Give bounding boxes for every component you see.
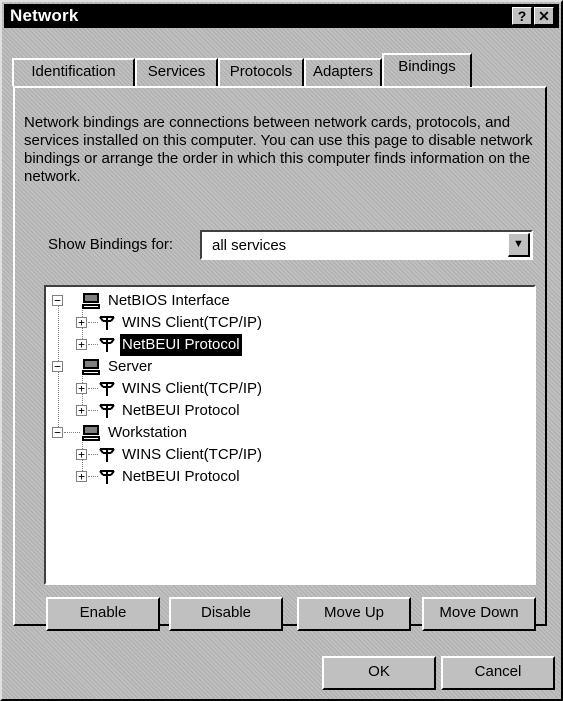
tab-label: Bindings [398, 58, 456, 75]
enable-button-label: Enable [79, 604, 127, 621]
network-dialog: Network ? ✕ Identification Services Prot… [0, 0, 563, 701]
help-icon: ? [517, 8, 527, 24]
expand-icon[interactable]: + [76, 339, 87, 350]
show-bindings-label-text: Show Bindings for: [48, 236, 174, 253]
tree-item-label: NetBEUI Protocol [122, 402, 240, 419]
protocol-icon [99, 448, 115, 462]
show-bindings-label: Show Bindings for: [48, 236, 173, 253]
tree-connector-line [88, 388, 98, 389]
move-down-button[interactable]: Move Down [422, 597, 536, 631]
window-title: Network [10, 6, 79, 25]
tree-item-label: NetBEUI Protocol [120, 334, 242, 356]
expand-icon[interactable]: + [76, 449, 87, 460]
close-icon: ✕ [538, 8, 550, 24]
tab-protocols[interactable]: Protocols [218, 58, 304, 86]
move-down-button-label: Move Down [439, 604, 519, 621]
disable-button[interactable]: Disable [169, 597, 283, 631]
dropdown-button[interactable]: ▼ [508, 233, 530, 257]
tree-item-wins-client[interactable]: + WINS Client(TCP/IP) [76, 444, 376, 466]
protocol-icon [99, 470, 115, 484]
expand-icon[interactable]: + [76, 471, 87, 482]
expand-icon[interactable]: + [76, 405, 87, 416]
tree-item-server[interactable]: − Server [52, 356, 352, 378]
disable-button-label: Disable [200, 604, 252, 621]
tab-bindings[interactable]: Bindings [382, 53, 472, 87]
tree-item-netbios-interface[interactable]: − NetBIOS Interface [52, 290, 352, 312]
tree-connector-line [88, 344, 98, 345]
tree-connector-line [88, 454, 98, 455]
tree-item-wins-client[interactable]: + WINS Client(TCP/IP) [76, 312, 376, 334]
tree-item-wins-client[interactable]: + WINS Client(TCP/IP) [76, 378, 376, 400]
tree-item-label: Server [108, 358, 153, 375]
move-up-button[interactable]: Move Up [297, 597, 411, 631]
tree-item-label: WINS Client(TCP/IP) [122, 446, 263, 463]
title-bar: Network ? ✕ [4, 4, 559, 28]
show-bindings-select[interactable]: all services ▼ [200, 230, 533, 260]
tree-item-netbeui-protocol[interactable]: + NetBEUI Protocol [76, 334, 376, 356]
collapse-icon[interactable]: − [52, 427, 63, 438]
tree-connector-line [88, 322, 98, 323]
show-bindings-value: all services [212, 237, 287, 254]
protocol-icon [99, 382, 115, 396]
ok-button[interactable]: OK [322, 656, 436, 690]
computer-icon [82, 425, 100, 441]
cancel-button-label: Cancel [474, 663, 522, 680]
help-button[interactable]: ? [512, 7, 532, 25]
ok-button-label: OK [368, 663, 390, 680]
tree-connector-line [64, 432, 80, 433]
computer-icon [82, 359, 100, 375]
bindings-tree[interactable]: − NetBIOS Interface + WINS Client(TCP/IP… [44, 285, 536, 585]
tree-item-label: WINS Client(TCP/IP) [122, 314, 263, 331]
tab-services[interactable]: Services [135, 58, 218, 86]
tree-item-label: NetBIOS Interface [108, 292, 230, 309]
collapse-icon[interactable]: − [52, 295, 63, 306]
protocol-icon [99, 404, 115, 418]
tab-label: Identification [31, 63, 116, 80]
tree-item-netbeui-protocol[interactable]: + NetBEUI Protocol [76, 466, 376, 488]
expand-icon[interactable]: + [76, 317, 87, 328]
protocol-icon [99, 316, 115, 330]
tab-label: Protocols [229, 63, 293, 80]
tab-adapters[interactable]: Adapters [304, 58, 382, 86]
computer-icon [82, 293, 100, 309]
tab-identification[interactable]: Identification [12, 58, 135, 86]
close-button[interactable]: ✕ [534, 7, 554, 25]
tree-item-label: WINS Client(TCP/IP) [122, 380, 263, 397]
tab-label: Services [147, 63, 206, 80]
move-up-button-label: Move Up [323, 604, 385, 621]
tree-item-netbeui-protocol[interactable]: + NetBEUI Protocol [76, 400, 376, 422]
tree-connector-line [88, 410, 98, 411]
protocol-icon [99, 338, 115, 352]
enable-button[interactable]: Enable [46, 597, 160, 631]
tree-connector-line [88, 476, 98, 477]
tree-item-label: NetBEUI Protocol [122, 468, 240, 485]
collapse-icon[interactable]: − [52, 361, 63, 372]
chevron-down-icon: ▼ [513, 238, 524, 250]
expand-icon[interactable]: + [76, 383, 87, 394]
tree-item-label: Workstation [108, 424, 187, 441]
cancel-button[interactable]: Cancel [441, 656, 555, 690]
tree-item-workstation[interactable]: − Workstation [52, 422, 352, 444]
tab-label: Adapters [312, 63, 374, 80]
bindings-description: Network bindings are connections between… [24, 114, 533, 185]
